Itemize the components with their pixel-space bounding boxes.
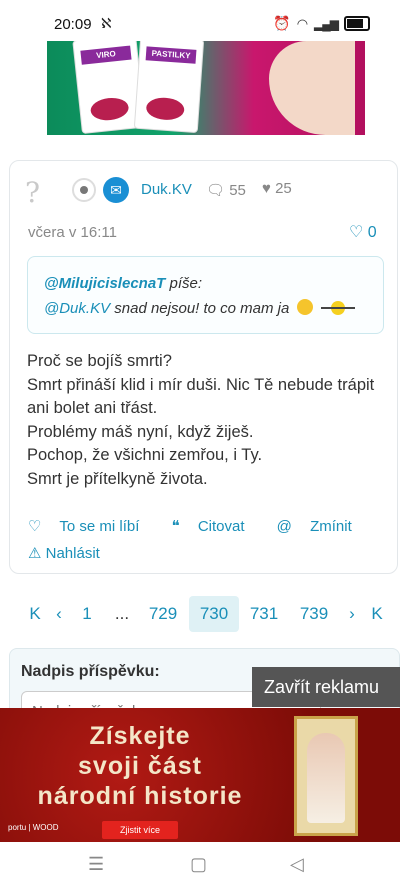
hearts-value: 25 [275, 180, 292, 197]
post-body-line: Problémy máš nyní, když žiješ. [27, 422, 254, 441]
mention-label: Zmínit [310, 518, 352, 535]
pagination: K ‹ 1 ... 729 730 731 739 › K [0, 596, 400, 632]
ad-brand: VIRO [80, 45, 132, 65]
like-button[interactable]: ♡ 0 [349, 222, 377, 242]
quote-box: @MilujicislecnaT píše: @Duk.KV snad nejs… [27, 256, 384, 334]
mention-action[interactable]: @ Zmínit [277, 518, 366, 535]
pager-ellipsis: ... [114, 604, 130, 623]
quote-action[interactable]: ❝ Citovat [172, 518, 259, 535]
status-bar: 20:09 ℵ ⏰ ◠ ▂▄▆ [0, 0, 400, 46]
quote-header: @MilujicislecnaT píše: [44, 275, 202, 292]
page-1[interactable]: 1 [76, 596, 98, 632]
back-icon[interactable]: ◁ [290, 854, 304, 875]
ad-headline-2: svoji část [78, 752, 202, 780]
alarm-icon: ⏰ [273, 15, 291, 31]
post-body-line: Smrt přináší klid i mír duši. Nic Tě neb… [27, 375, 375, 394]
quote-verb: píše: [169, 275, 203, 292]
signal-icon: ▂▄▆ [314, 16, 339, 31]
ad-headline-1: Získejte [89, 722, 191, 750]
at-icon: @ [276, 518, 292, 535]
quote-icon: ❝ [171, 518, 180, 535]
report-action[interactable]: ⚠ Nahlásit [28, 544, 100, 562]
next-page-button[interactable]: › [342, 596, 362, 632]
home-icon[interactable]: ▢ [190, 854, 207, 875]
page-739[interactable]: 739 [293, 596, 335, 632]
ad-cta-button[interactable]: Zjistit více [102, 821, 178, 839]
page-729[interactable]: 729 [142, 596, 184, 632]
last-page-button[interactable]: K [366, 596, 388, 632]
quote-text-line: @Duk.KV snad nejsou! to co mam ja [44, 299, 355, 317]
quote-author[interactable]: @MilujicislecnaT [44, 275, 165, 292]
close-ad-button[interactable]: Zavřít reklamu [252, 667, 400, 707]
status-icons: ⏰ ◠ ▂▄▆ [273, 15, 370, 32]
dancing-emoji-icon [320, 301, 355, 315]
ad-logo: portu | WOOD [8, 823, 59, 832]
top-ad-banner[interactable]: VIRO PASTILKY [47, 41, 365, 135]
hand-image [269, 41, 355, 135]
likes-value: 0 [367, 224, 377, 241]
post-body-line: ani bolet ani třást. [27, 399, 158, 417]
menu-icon[interactable]: ☰ [88, 854, 104, 875]
comments-count: 🗨 55 [206, 182, 246, 199]
wifi-icon: ◠ [296, 15, 309, 31]
post-username[interactable]: Duk.KV [141, 181, 192, 198]
ad-artwork-image [294, 716, 358, 836]
product-pack-image: PASTILKY [133, 41, 205, 134]
ad-headline-3: národní historie [37, 782, 243, 810]
battery-icon [344, 16, 370, 31]
fruit-image [145, 96, 185, 122]
status-dot-icon [72, 178, 96, 202]
post-body-line: Proč se bojíš smrti? [27, 352, 172, 370]
like-label: To se mi líbí [59, 518, 140, 535]
title-label: Nadpis příspěvku: [21, 663, 160, 680]
post-date: včera v 16:11 [28, 224, 117, 241]
ad-product: PASTILKY [145, 46, 197, 64]
mail-icon[interactable]: ✉ [103, 177, 129, 203]
bottom-ad-banner[interactable]: Získejte svoji část národní historie por… [0, 708, 400, 842]
status-time: 20:09 [54, 16, 92, 33]
post-body-line: Pochop, že všichni zemřou, i Ty. [27, 446, 263, 464]
first-page-button[interactable]: K [24, 596, 46, 632]
page-731[interactable]: 731 [243, 596, 285, 632]
report-label: Nahlásit [45, 545, 100, 562]
post-actions: ♡ To se mi líbí ❝ Citovat @ Zmínit [28, 517, 380, 535]
quote-text: snad nejsou! to co mam ja [114, 300, 290, 317]
smiley-emoji-icon [296, 299, 313, 315]
comments-value: 55 [229, 182, 246, 199]
post-body-line: Smrt je přítelkyně života. [27, 469, 208, 488]
quote-mention[interactable]: @Duk.KV [44, 300, 110, 317]
prev-page-button[interactable]: ‹ [48, 596, 70, 632]
hearts-count: ♥ 25 [262, 180, 292, 197]
fruit-image [89, 96, 130, 122]
warning-icon: ⚠ [28, 545, 42, 562]
post-body: Proč se bojíš smrti? Smrt přináší klid i… [27, 350, 374, 491]
like-action[interactable]: ♡ To se mi líbí [28, 518, 153, 535]
page-730-current[interactable]: 730 [189, 596, 239, 632]
system-nav-bar: ☰ ▢ ◁ [0, 842, 400, 889]
quote-label: Citovat [197, 518, 245, 535]
avatar-placeholder-icon: ? [25, 176, 41, 209]
notification-icon: ℵ [101, 15, 112, 31]
heart-icon: ♡ [28, 518, 42, 535]
